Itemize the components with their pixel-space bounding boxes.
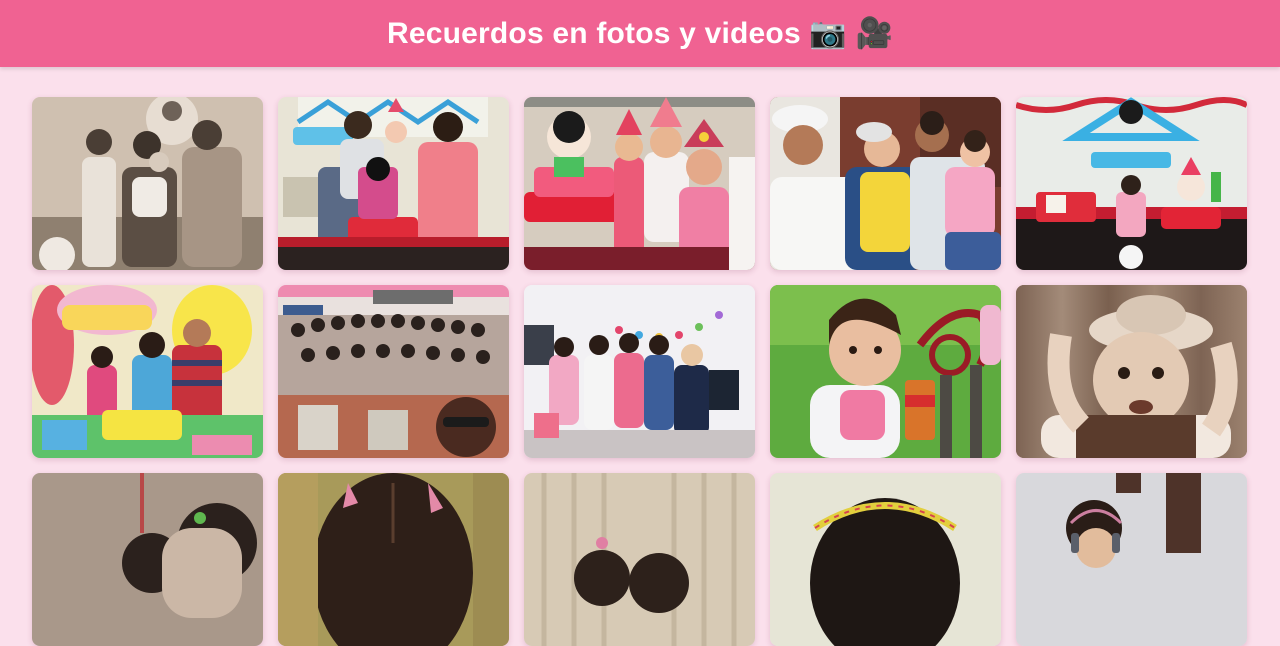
page-header: Recuerdos en fotos y videos 📷 🎥 [0,0,1280,67]
gallery-photo[interactable]: girls-party-room [524,285,755,458]
gallery-photo[interactable]: child-hair-clip [32,473,263,646]
gallery-photo[interactable]: child-headphones [1016,473,1247,646]
gallery-photo[interactable]: birthday-family-feliz-cumpleanos [32,285,263,458]
gallery-photo[interactable]: baby-with-hat [1016,285,1247,458]
gallery-photo[interactable]: baby-on-grass [770,285,1001,458]
gallery-photo[interactable]: birthday-cake-family [278,97,509,270]
gallery-photo[interactable]: school-group-photo [278,285,509,458]
gallery-photo[interactable]: two-children-curtain [524,473,755,646]
photo-gallery: family-portrait birthday-cake-family [32,97,1248,646]
gallery-photo[interactable]: child-headband [770,473,1001,646]
gallery-photo[interactable]: family-portrait [32,97,263,270]
gallery-photo[interactable]: birthday-decoration-table [1016,97,1247,270]
gallery-photo[interactable]: men-with-children [770,97,1001,270]
gallery-photo[interactable]: birthday-girls-party-hats [524,97,755,270]
gallery-photo[interactable]: child-hair-back [278,473,509,646]
page-title: Recuerdos en fotos y videos 📷 🎥 [386,17,894,50]
